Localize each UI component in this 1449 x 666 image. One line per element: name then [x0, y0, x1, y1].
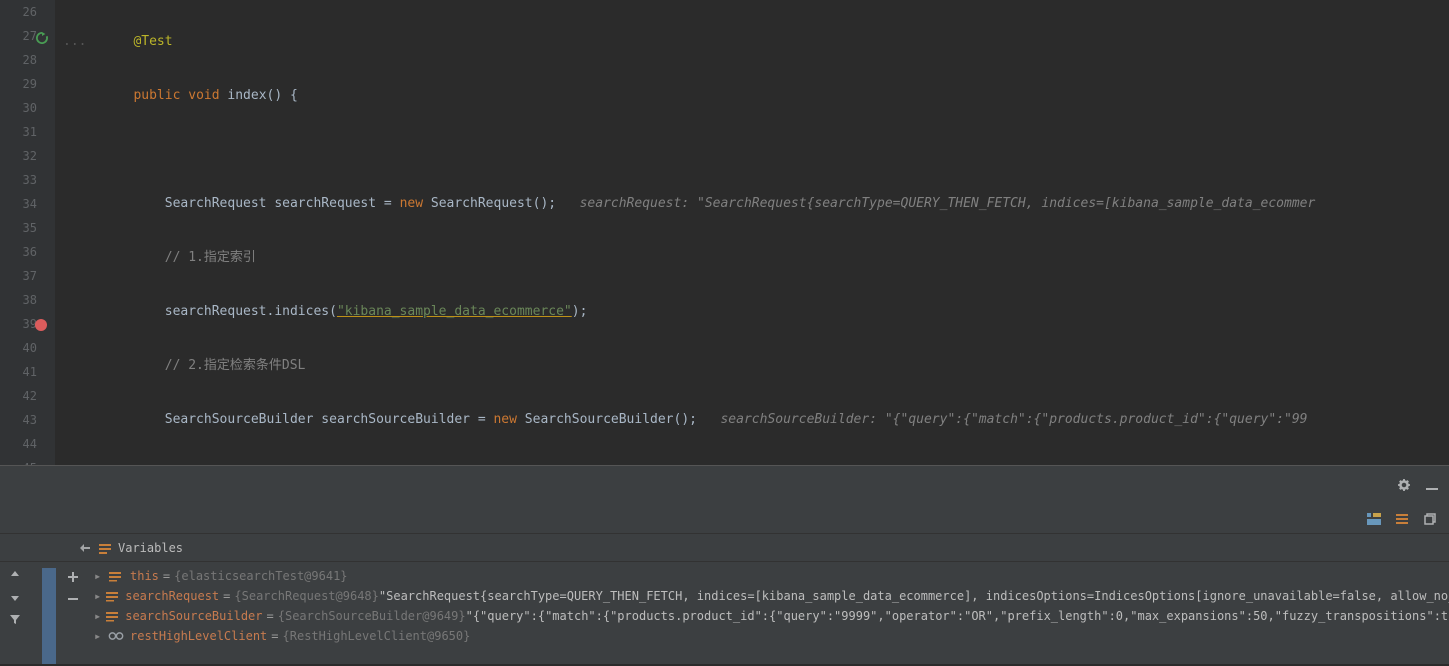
step-up-icon[interactable] [8, 568, 22, 582]
variable-row[interactable]: ▸this = {elasticsearchTest@9641} [92, 566, 1449, 586]
line-number: 31 [0, 120, 37, 144]
expand-arrow-icon[interactable]: ▸ [94, 586, 101, 606]
line-number: 40 [0, 336, 37, 360]
variable-type: {RestHighLevelClient@9650} [283, 626, 471, 646]
expand-arrow-icon[interactable]: ▸ [94, 566, 104, 586]
variable-name: searchSourceBuilder [125, 606, 262, 626]
field-icon [108, 569, 124, 583]
line-number: 32 [0, 144, 37, 168]
inline-hint: searchRequest: "SearchRequest{searchType… [580, 196, 1316, 211]
step-down-icon[interactable] [8, 590, 22, 604]
filter-icon[interactable] [8, 612, 22, 626]
variable-row[interactable]: ▸restHighLevelClient = {RestHighLevelCli… [92, 626, 1449, 646]
line-number: 30 [0, 96, 37, 120]
debug-step-toolbar [0, 562, 30, 664]
line-number: 33 [0, 168, 37, 192]
variable-row[interactable]: ▸searchSourceBuilder = {SearchSourceBuil… [92, 606, 1449, 626]
line-number: 44 [0, 432, 37, 456]
settings-icon[interactable] [1395, 476, 1413, 494]
variable-value: "{"query":{"match":{"products.product_id… [466, 606, 1449, 626]
line-number: 41 [0, 360, 37, 384]
variable-list[interactable]: ▸this = {elasticsearchTest@9641}▸searchR… [92, 562, 1449, 664]
line-number: 35 [0, 216, 37, 240]
target-icon[interactable] [78, 541, 92, 555]
minimize-icon[interactable] [1423, 476, 1441, 494]
variable-name: restHighLevelClient [130, 626, 267, 646]
line-number: 38 [0, 288, 37, 312]
expand-arrow-icon[interactable]: ▸ [94, 606, 101, 626]
variable-value: "SearchRequest{searchType=QUERY_THEN_FET… [379, 586, 1449, 606]
expand-arrow-icon[interactable]: ▸ [94, 626, 104, 646]
debug-iconbar [0, 504, 1449, 534]
remove-watch-icon[interactable] [66, 592, 80, 606]
run-override-icon[interactable] [34, 30, 50, 46]
variable-type: {elasticsearchTest@9641} [174, 566, 347, 586]
line-number: 27 [0, 24, 37, 48]
line-number: 26 [0, 0, 37, 24]
code-area[interactable]: ... @Test public void index() { SearchRe… [55, 0, 1449, 465]
inline-hint: searchSourceBuilder: "{"query":{"match":… [720, 412, 1307, 427]
variables-icon [98, 541, 112, 555]
variable-type: {SearchSourceBuilder@9649} [278, 606, 466, 626]
variables-header: Variables [0, 534, 1449, 562]
stack-icon[interactable] [1393, 510, 1411, 528]
line-number: 39 [0, 312, 37, 336]
editor-gutter: 26 27 28 29 30 31 32 33 34 35 36 37 38 3… [0, 0, 55, 465]
line-number: 37 [0, 264, 37, 288]
line-number: 45 [0, 456, 37, 465]
frame-highlight [42, 568, 56, 664]
code-editor[interactable]: 26 27 28 29 30 31 32 33 34 35 36 37 38 3… [0, 0, 1449, 465]
variables-panel: ▸this = {elasticsearchTest@9641}▸searchR… [0, 562, 1449, 664]
line-number: 43 [0, 408, 37, 432]
line-number: 29 [0, 72, 37, 96]
variable-name: this [130, 566, 159, 586]
variable-type: {SearchRequest@9648} [234, 586, 379, 606]
annotation: @Test [133, 34, 172, 49]
restore-icon[interactable] [1421, 510, 1439, 528]
add-watch-icon[interactable] [66, 570, 80, 584]
field-icon [105, 589, 119, 603]
line-number: 42 [0, 384, 37, 408]
variables-title: Variables [118, 541, 183, 555]
variable-row[interactable]: ▸searchRequest = {SearchRequest@9648} "S… [92, 586, 1449, 606]
field-icon [105, 609, 119, 623]
line-number: 28 [0, 48, 37, 72]
layout-icon[interactable] [1365, 510, 1383, 528]
variable-name: searchRequest [125, 586, 219, 606]
link-icon [108, 629, 124, 643]
line-number: 34 [0, 192, 37, 216]
breakpoint-icon[interactable] [34, 318, 50, 334]
line-number: 36 [0, 240, 37, 264]
debug-toolbar [0, 466, 1449, 504]
